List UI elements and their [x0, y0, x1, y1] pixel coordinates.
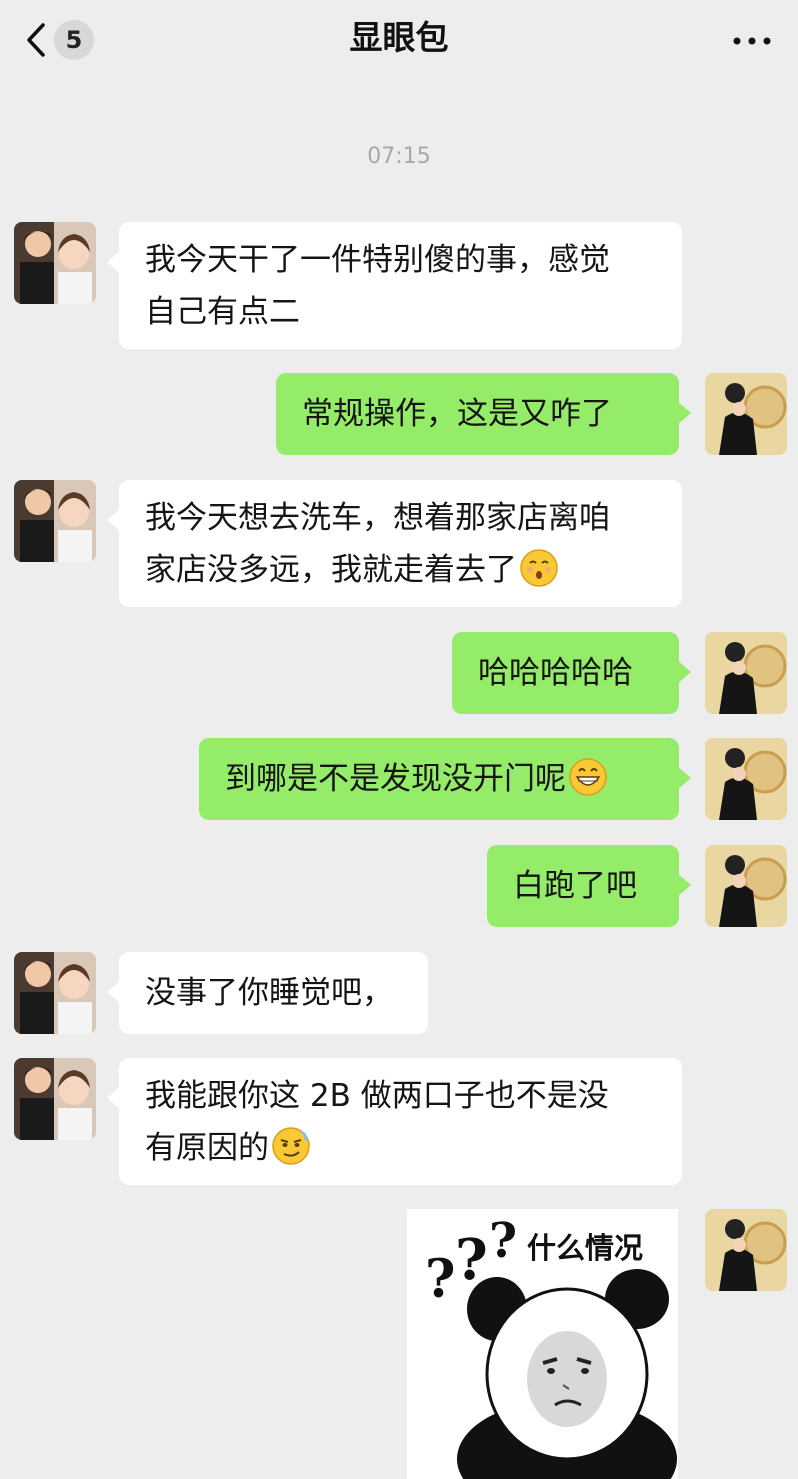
panda-face-image — [457, 1269, 677, 1479]
message-text: 常规操作，这是又咋了 — [302, 396, 612, 432]
message-text: 哈哈哈哈哈 — [478, 655, 633, 691]
my-avatar[interactable] — [705, 845, 787, 927]
shush-face-emoji — [520, 549, 558, 587]
contact-avatar[interactable] — [14, 222, 96, 304]
message-bubble-outgoing[interactable]: 哈哈哈哈哈 — [452, 632, 691, 714]
message-timestamp: 07:15 — [367, 144, 431, 169]
girl-avatar-image — [705, 738, 787, 820]
girl-avatar-image — [705, 373, 787, 455]
couple-avatar-image — [14, 222, 96, 304]
message-bubble-outgoing[interactable]: 到哪是不是发现没开门呢 — [199, 738, 691, 820]
girl-avatar-image — [705, 1209, 787, 1291]
message-bubble-incoming[interactable]: 我今天想去洗车，想着那家店离咱 家店没多远，我就走着去了 — [107, 480, 682, 607]
more-button[interactable] — [732, 26, 772, 56]
contact-avatar[interactable] — [14, 480, 96, 562]
message-text: 白跑了吧 — [513, 868, 637, 904]
couple-avatar-image — [14, 480, 96, 562]
message-bubble-outgoing[interactable]: 常规操作，这是又咋了 — [276, 373, 691, 455]
my-avatar[interactable] — [705, 1209, 787, 1291]
grinning-face-emoji — [569, 758, 607, 796]
message-text: 我能跟你这 2B 做两口子也不是没 有原因的 — [145, 1078, 609, 1166]
couple-avatar-image — [14, 952, 96, 1034]
message-text: 没事了你睡觉吧， — [145, 975, 393, 1011]
smirk-face-emoji — [272, 1127, 310, 1165]
message-text: 到哪是不是发现没开门呢 — [225, 761, 566, 797]
message-bubble-incoming[interactable]: 没事了你睡觉吧， — [107, 952, 428, 1034]
message-bubble-outgoing[interactable]: 白跑了吧 — [487, 845, 691, 927]
girl-avatar-image — [705, 632, 787, 714]
message-text: 我今天干了一件特别傻的事，感觉 自己有点二 — [145, 242, 610, 330]
girl-avatar-image — [705, 845, 787, 927]
my-avatar[interactable] — [705, 738, 787, 820]
message-bubble-incoming[interactable]: 我今天干了一件特别傻的事，感觉 自己有点二 — [107, 222, 682, 349]
my-avatar[interactable] — [705, 632, 787, 714]
panda-meme-sticker[interactable]: ? ? ? 什么情况 — [407, 1209, 678, 1479]
more-dots-icon — [733, 37, 771, 45]
chat-title: 显眼包 — [349, 18, 449, 57]
chat-header: 5 显眼包 — [0, 0, 798, 80]
message-bubble-incoming[interactable]: 我能跟你这 2B 做两口子也不是没 有原因的 — [107, 1058, 682, 1185]
contact-avatar[interactable] — [14, 952, 96, 1034]
couple-avatar-image — [14, 1058, 96, 1140]
contact-avatar[interactable] — [14, 1058, 96, 1140]
my-avatar[interactable] — [705, 373, 787, 455]
